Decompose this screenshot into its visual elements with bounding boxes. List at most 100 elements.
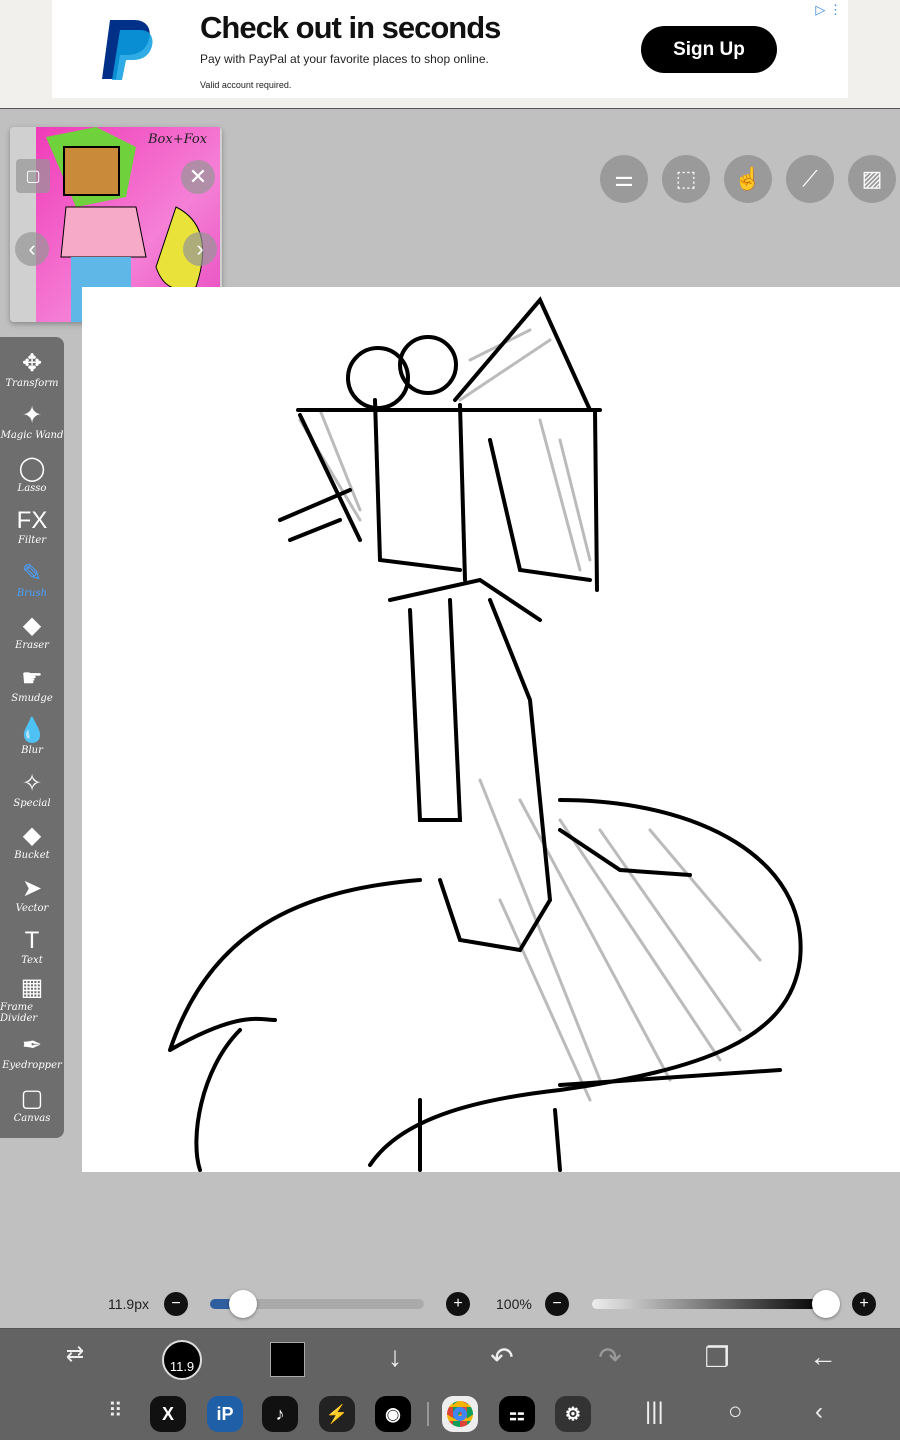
increase-opacity-button[interactable]: + [852,1292,876,1316]
down-arrow-icon[interactable]: ↓ [375,1341,415,1373]
image-icon[interactable]: ▨ [848,155,896,203]
hand-touch-icon[interactable]: ☝ [724,155,772,203]
special-icon: ✧ [21,769,43,797]
previous-reference-button[interactable]: ‹ [15,232,49,266]
tool-brush[interactable]: ✎ Brush [0,553,64,606]
brush-size-label: 11.9px [108,1296,149,1312]
tool-transform[interactable]: ✥ Transform [0,343,64,396]
tool-label: Canvas [13,1112,51,1124]
tool-special[interactable]: ✧ Special [0,763,64,816]
close-reference-button[interactable]: ✕ [181,160,215,194]
app-settings-icon[interactable]: ⚙ [555,1396,591,1432]
next-reference-button[interactable]: › [183,232,217,266]
ad-title: Check out in seconds [200,10,501,45]
bottom-toolbar: ⇄ 11.9 ↓ ↶ ↷ ❐ ← [0,1328,900,1390]
ad-subtitle: Pay with PayPal at your favorite places … [200,52,489,66]
top-toolbar: ⚌ ⬚ ☝ ⟋ ▨ [600,155,896,203]
layers-icon[interactable]: ❐ [697,1341,737,1374]
color-swatch[interactable] [270,1342,305,1377]
smudge-icon: ☛ [21,664,43,692]
back-icon[interactable]: ‹ [815,1398,823,1426]
vector-icon: ➤ [21,874,43,902]
recent-apps-icon[interactable]: ||| [645,1398,664,1426]
increase-size-button[interactable]: + [446,1292,470,1316]
tool-palette: ✥ Transform ✦ Magic Wand ◯ Lasso FX Filter ✎ Brus… [0,337,64,1138]
tool-label: Magic Wand [0,430,64,442]
transform-icon: ✥ [21,349,43,377]
drawing-canvas[interactable] [82,287,900,1172]
tool-label: Text [21,955,43,967]
bucket-icon: ◆ [22,822,42,850]
tool-lasso[interactable]: ◯ Lasso [0,448,64,501]
reference-toggle-button[interactable]: ▢ [16,159,50,193]
tool-label: Lasso [17,482,47,494]
tool-filter[interactable]: FX Filter [0,501,64,554]
blur-icon: 💧 [17,717,47,745]
tool-label: Vector [15,902,49,914]
ruler-icon[interactable]: ⟋ [786,155,834,203]
eraser-icon: ◆ [22,612,42,640]
tool-blur[interactable]: 💧 Blur [0,711,64,764]
brush-size-slider[interactable] [210,1290,424,1318]
app-x-icon[interactable]: X [150,1396,186,1432]
decrease-size-button[interactable]: − [164,1292,188,1316]
magic-wand-icon: ✦ [21,402,43,430]
size-slider-handle[interactable] [229,1290,258,1318]
tool-vector[interactable]: ➤ Vector [0,868,64,921]
tool-text[interactable]: T Text [0,921,64,974]
app-ibispaint-icon[interactable]: iP [207,1396,243,1432]
tool-label: Transform [5,377,59,389]
opacity-slider-handle[interactable] [812,1290,840,1318]
tool-eyedropper[interactable]: ✒ Eyedropper [0,1026,64,1079]
opacity-label: 100% [496,1296,532,1312]
ad-card[interactable]: Check out in seconds Pay with PayPal at … [52,0,848,98]
brush-size-badge[interactable]: 11.9 [162,1340,202,1380]
frame-divider-icon: ▦ [20,974,44,1002]
ad-disclaimer: Valid account required. [200,80,292,90]
paypal-logo-icon [102,20,153,80]
toggle-icon[interactable]: ⚌ [600,155,648,203]
eyedropper-icon: ✒ [21,1032,43,1060]
app-chrome-icon[interactable] [442,1396,478,1432]
tool-bucket[interactable]: ◆ Bucket [0,816,64,869]
tool-eraser[interactable]: ◆ Eraser [0,606,64,659]
text-icon: T [24,927,40,955]
canvas-icon: ▢ [20,1084,44,1112]
app-tiktok-icon[interactable]: ♪ [262,1396,298,1432]
home-icon[interactable]: ○ [728,1398,743,1426]
opacity-slider[interactable] [592,1290,840,1318]
tool-frame-divider[interactable]: ▦ Frame Divider [0,973,64,1026]
tool-label: Eyedropper [2,1060,62,1072]
app-connect-icon[interactable]: ⚏ [499,1396,535,1432]
tool-label: Bucket [14,850,50,862]
undo-icon[interactable]: ↶ [482,1341,522,1374]
tool-label: Frame Divider [0,1002,38,1025]
tool-label: Special [13,797,51,809]
brush-icon: ✎ [21,559,43,587]
lasso-icon: ◯ [18,454,46,482]
tool-canvas[interactable]: ▢ Canvas [0,1078,64,1131]
app-discord-icon[interactable]: ◉ [375,1396,411,1432]
dock-divider [427,1402,429,1426]
sketch-drawing [168,296,803,1172]
tool-label: Blur [21,745,43,757]
swap-brush-eraser-icon[interactable]: ⇄ [55,1341,95,1367]
redo-icon[interactable]: ↷ [590,1341,630,1374]
tool-smudge[interactable]: ☛ Smudge [0,658,64,711]
tool-label: Eraser [15,640,49,652]
decrease-opacity-button[interactable]: − [545,1292,569,1316]
app-power-icon[interactable]: ⚡ [319,1396,355,1432]
tool-magic-wand[interactable]: ✦ Magic Wand [0,396,64,449]
reference-label: Box+Fox [147,132,208,147]
filter-icon: FX [16,507,48,535]
tool-label: Smudge [11,692,53,704]
selection-icon[interactable]: ⬚ [662,155,710,203]
system-nav-bar: ⠿ X iP ♪ ⚡ ◉ ⚏ ⚙ ||| ○ ‹ [0,1390,900,1440]
back-arrow-icon[interactable]: ← [803,1341,843,1373]
sign-up-button[interactable]: Sign Up [641,26,777,73]
app-drawer-icon[interactable]: ⠿ [108,1398,123,1423]
ad-choices-icon[interactable]: ▷ ⋮ [815,2,842,18]
tool-label: Brush [16,587,48,599]
brush-sliders: 11.9px − + 100% − + [0,1290,900,1318]
ad-banner[interactable]: Check out in seconds Pay with PayPal at … [0,0,900,109]
